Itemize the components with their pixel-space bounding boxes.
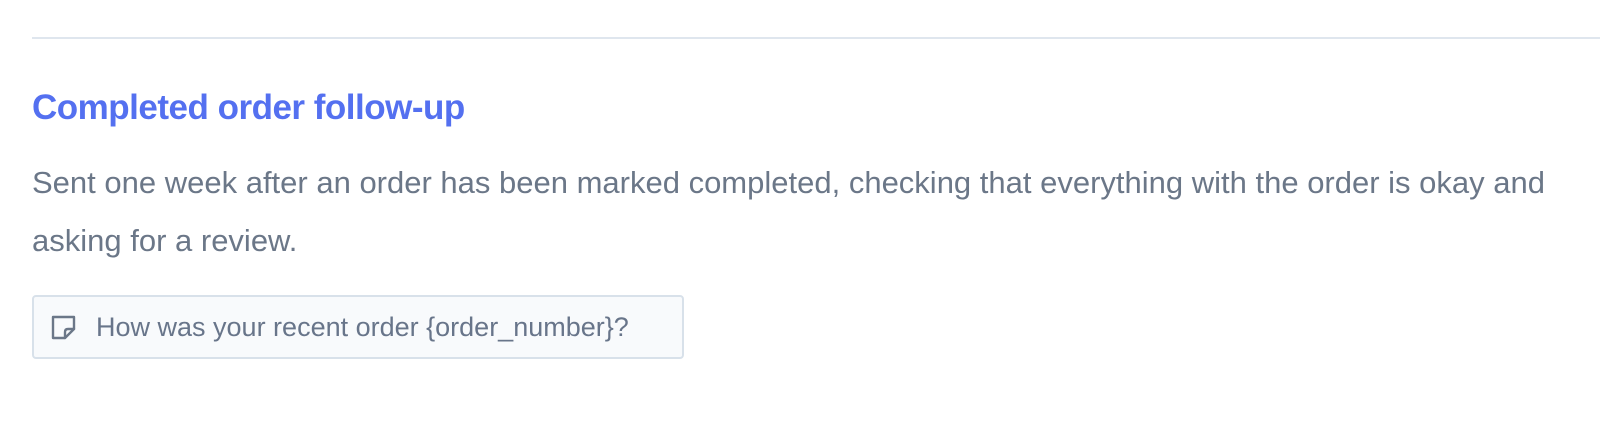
note-icon	[50, 314, 77, 341]
section-divider	[32, 37, 1600, 39]
template-description: Sent one week after an order has been ma…	[32, 165, 1545, 258]
email-subject-text: How was your recent order {order_number}…	[96, 312, 629, 342]
template-title[interactable]: Completed order follow-up	[32, 82, 465, 134]
email-subject-preview: How was your recent order {order_number}…	[32, 295, 684, 359]
email-template-section: Completed order follow-up Sent one week …	[0, 0, 1600, 434]
